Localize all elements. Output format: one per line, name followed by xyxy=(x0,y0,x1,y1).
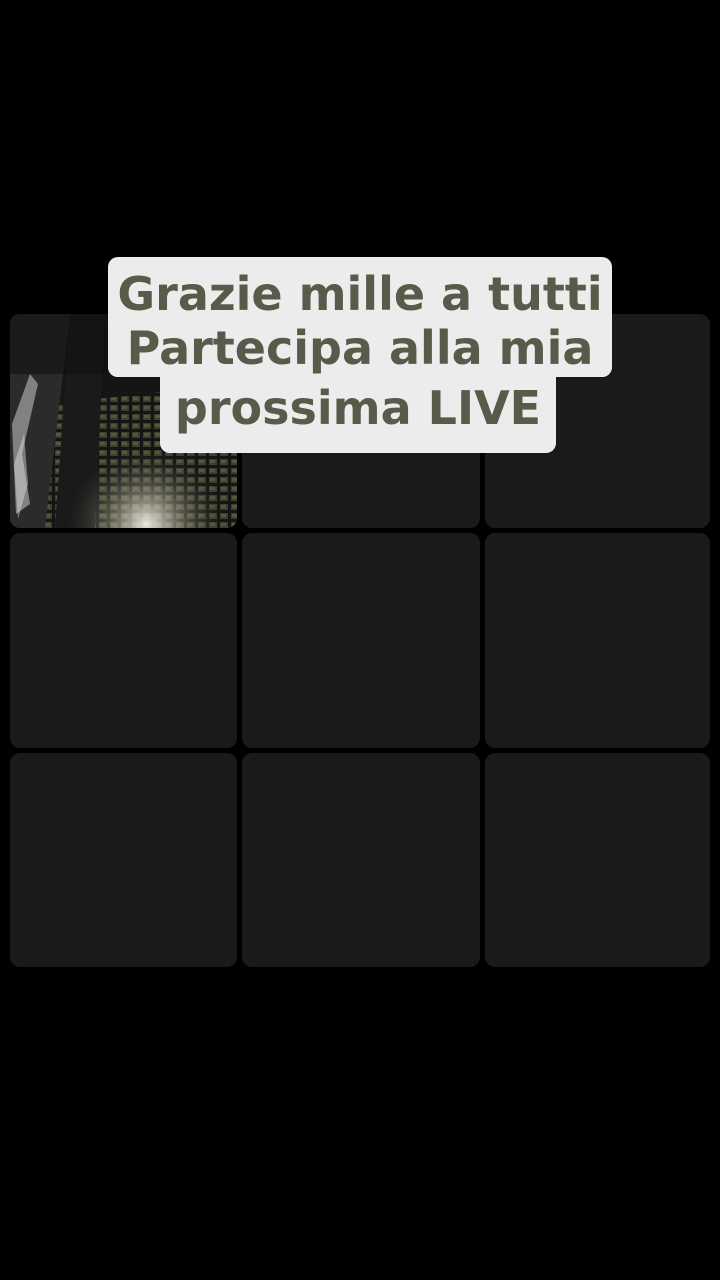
caption-line-2: Partecipa alla mia xyxy=(108,319,612,377)
caption-line-1: Grazie mille a tutti xyxy=(108,265,612,323)
screen: { "caption": { "lines": [ "Grazie mille … xyxy=(0,0,720,1280)
caption-overlay: Grazie mille a tutti Partecipa alla mia … xyxy=(108,257,612,453)
empty-seat-tile-4[interactable] xyxy=(10,533,237,748)
empty-seat-tile-7[interactable] xyxy=(10,753,237,967)
empty-seat-tile-6[interactable] xyxy=(485,533,710,748)
caption-line-3: prossima LIVE xyxy=(160,379,556,443)
empty-seat-tile-5[interactable] xyxy=(242,533,480,748)
empty-seat-tile-8[interactable] xyxy=(242,753,480,967)
empty-seat-tile-9[interactable] xyxy=(485,753,710,967)
